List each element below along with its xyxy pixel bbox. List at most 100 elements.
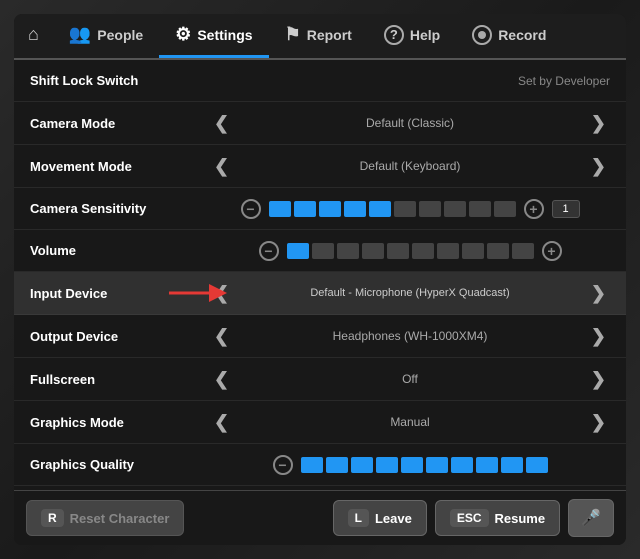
input-device-right-btn[interactable]: ❯ <box>587 282 610 304</box>
camera-mode-value: Default (Classic) <box>241 116 579 130</box>
nav-record[interactable]: Record <box>456 14 562 58</box>
people-icon: 👥 <box>69 24 91 45</box>
volume-controls: − + <box>210 241 610 261</box>
output-device-right-btn[interactable]: ❯ <box>587 325 610 347</box>
fullscreen-left-btn[interactable]: ❮ <box>210 368 233 390</box>
vol-block-6 <box>412 243 434 259</box>
graphics-mode-value: Manual <box>241 415 579 429</box>
graphics-quality-minus-btn[interactable]: − <box>273 455 293 475</box>
slider-block-3 <box>319 201 341 217</box>
vol-block-7 <box>437 243 459 259</box>
flag-icon: ⚑ <box>285 24 301 45</box>
shift-lock-label: Shift Lock Switch <box>30 73 210 88</box>
slider-block-10 <box>494 201 516 217</box>
reset-character-button[interactable]: R Reset Character <box>26 500 184 536</box>
leave-button[interactable]: L Leave <box>333 500 427 536</box>
graphics-mode-label: Graphics Mode <box>30 415 210 430</box>
microphone-icon: 🎤 <box>581 510 601 527</box>
content-area: Shift Lock Switch Set by Developer Camer… <box>14 60 626 490</box>
nav-settings[interactable]: ⚙ Settings <box>159 14 268 58</box>
movement-mode-right-btn[interactable]: ❯ <box>587 155 610 177</box>
nav-help[interactable]: ? Help <box>368 14 456 58</box>
setting-row-input-device: Input Device ❮ Default - Microphone (Hyp… <box>14 272 626 315</box>
nav-record-label: Record <box>498 27 546 43</box>
navbar: ⌂ 👥 People ⚙ Settings ⚑ Report ? Help Re… <box>14 14 626 60</box>
camera-sensitivity-controls: − + 1 <box>210 199 610 219</box>
leave-label: Leave <box>375 511 412 526</box>
vol-block-1 <box>287 243 309 259</box>
graphics-mode-left-btn[interactable]: ❮ <box>210 411 233 433</box>
camera-sensitivity-slider[interactable] <box>269 201 516 217</box>
fullscreen-value: Off <box>241 372 579 386</box>
gq-block-6 <box>426 457 448 473</box>
slider-block-8 <box>444 201 466 217</box>
vol-block-8 <box>462 243 484 259</box>
slider-block-4 <box>344 201 366 217</box>
camera-mode-left-btn[interactable]: ❮ <box>210 112 233 134</box>
slider-block-9 <box>469 201 491 217</box>
fullscreen-label: Fullscreen <box>30 372 210 387</box>
slider-block-1 <box>269 201 291 217</box>
settings-panel[interactable]: Shift Lock Switch Set by Developer Camer… <box>14 60 626 490</box>
slider-block-6 <box>394 201 416 217</box>
slider-block-7 <box>419 201 441 217</box>
nav-help-label: Help <box>410 27 440 43</box>
volume-slider[interactable] <box>287 243 534 259</box>
output-device-label: Output Device <box>30 329 210 344</box>
volume-minus-btn[interactable]: − <box>259 241 279 261</box>
resume-label: Resume <box>495 511 546 526</box>
help-icon: ? <box>384 25 404 45</box>
camera-sensitivity-label: Camera Sensitivity <box>30 201 210 216</box>
gq-block-1 <box>301 457 323 473</box>
fullscreen-controls: ❮ Off ❯ <box>210 368 610 390</box>
vol-block-4 <box>362 243 384 259</box>
resume-key-badge: ESC <box>450 509 489 527</box>
nav-report[interactable]: ⚑ Report <box>269 14 368 58</box>
resume-button[interactable]: ESC Resume <box>435 500 560 536</box>
graphics-quality-label: Graphics Quality <box>30 457 210 472</box>
vol-block-5 <box>387 243 409 259</box>
vol-block-3 <box>337 243 359 259</box>
graphics-mode-right-btn[interactable]: ❯ <box>587 411 610 433</box>
setting-row-camera-mode: Camera Mode ❮ Default (Classic) ❯ <box>14 102 626 145</box>
movement-mode-left-btn[interactable]: ❮ <box>210 155 233 177</box>
nav-settings-label: Settings <box>197 27 252 43</box>
reset-label: Reset Character <box>70 511 170 526</box>
setting-row-fullscreen: Fullscreen ❮ Off ❯ <box>14 358 626 401</box>
setting-row-shift-lock: Shift Lock Switch Set by Developer <box>14 60 626 102</box>
home-icon: ⌂ <box>28 24 39 45</box>
camera-sensitivity-plus-btn[interactable]: + <box>524 199 544 219</box>
camera-sensitivity-minus-btn[interactable]: − <box>241 199 261 219</box>
gq-block-5 <box>401 457 423 473</box>
nav-people[interactable]: 👥 People <box>53 14 159 58</box>
output-device-value: Headphones (WH-1000XM4) <box>241 329 579 343</box>
gq-block-4 <box>376 457 398 473</box>
setting-row-graphics-mode: Graphics Mode ❮ Manual ❯ <box>14 401 626 444</box>
output-device-left-btn[interactable]: ❮ <box>210 325 233 347</box>
fullscreen-right-btn[interactable]: ❯ <box>587 368 610 390</box>
slider-block-2 <box>294 201 316 217</box>
camera-mode-controls: ❮ Default (Classic) ❯ <box>210 112 610 134</box>
volume-label: Volume <box>30 243 210 258</box>
slider-block-5 <box>369 201 391 217</box>
gq-block-9 <box>501 457 523 473</box>
microphone-button[interactable]: 🎤 <box>568 499 614 537</box>
output-device-controls: ❮ Headphones (WH-1000XM4) ❯ <box>210 325 610 347</box>
nav-report-label: Report <box>307 27 352 43</box>
vol-block-9 <box>487 243 509 259</box>
record-icon <box>472 25 492 45</box>
input-device-controls: ❮ Default - Microphone (HyperX Quadcast)… <box>210 282 610 304</box>
leave-key-badge: L <box>348 509 369 527</box>
movement-mode-value: Default (Keyboard) <box>241 159 579 173</box>
annotation-arrow <box>169 282 239 304</box>
bottom-bar: R Reset Character L Leave ESC Resume 🎤 <box>14 490 626 545</box>
graphics-quality-controls: − <box>210 455 610 475</box>
volume-plus-btn[interactable]: + <box>542 241 562 261</box>
graphics-quality-slider[interactable] <box>301 457 548 473</box>
gq-block-8 <box>476 457 498 473</box>
nav-home[interactable]: ⌂ <box>14 14 53 58</box>
camera-sensitivity-value[interactable]: 1 <box>552 200 580 218</box>
setting-row-graphics-quality: Graphics Quality − <box>14 444 626 486</box>
settings-icon: ⚙ <box>175 24 191 45</box>
camera-mode-right-btn[interactable]: ❯ <box>587 112 610 134</box>
